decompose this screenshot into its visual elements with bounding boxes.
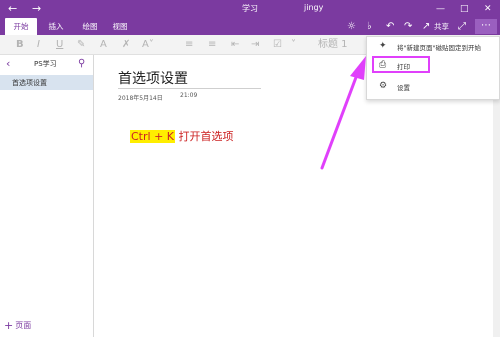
menu-item-pin[interactable]: ✦ 将"新建页面"磁贴固定到开始 xyxy=(367,39,500,54)
gear-icon: ⚙ xyxy=(379,81,388,91)
lightbulb-icon[interactable]: ☼ xyxy=(347,19,356,34)
pin-icon: ✦ xyxy=(379,41,387,51)
note-body-text[interactable]: Ctrl + K 打开首选项 xyxy=(130,128,234,144)
add-page-button[interactable]: + 页面 xyxy=(4,319,31,332)
page-time: 21:09 xyxy=(180,92,198,99)
more-options-menu: ✦ 将"新建页面"磁贴固定到开始 ⎙ 打印 ⚙ 设置 xyxy=(366,36,500,100)
maximize-icon[interactable]: □ xyxy=(460,2,469,16)
chevron-down-icon[interactable]: ˅ xyxy=(291,37,296,53)
title-bar: ← → 学习 jingy — □ ✕ xyxy=(0,0,500,18)
menu-item-label: 将"新建页面"磁贴固定到开始 xyxy=(397,44,481,52)
share-label[interactable]: 共享 xyxy=(434,18,449,35)
text-style-icon[interactable]: A˅ xyxy=(142,37,154,53)
page-sidebar: ‹ PS学习 ⚲ 首选项设置 + 页面 xyxy=(0,55,94,337)
chevron-left-icon[interactable]: ‹ xyxy=(6,57,10,71)
share-icon[interactable]: ↗ xyxy=(422,19,430,34)
clear-format-icon[interactable]: ✗ xyxy=(122,37,130,53)
page-title[interactable]: 首选项设置 xyxy=(118,68,188,88)
more-icon[interactable]: ⋯ xyxy=(475,19,497,34)
page-item-label: 首选项设置 xyxy=(12,79,47,87)
undo-icon[interactable]: ↶ xyxy=(386,19,394,34)
notebook-section-title[interactable]: PS学习 xyxy=(34,59,57,69)
redo-icon[interactable]: ↷ xyxy=(404,19,412,34)
print-highlight-box xyxy=(372,56,430,73)
numbered-list-icon[interactable]: ≡ xyxy=(208,37,216,53)
user-name[interactable]: jingy xyxy=(304,3,323,12)
add-page-label: 页面 xyxy=(15,321,32,330)
expand-icon[interactable]: ⤢ xyxy=(458,19,466,34)
minimize-icon[interactable]: — xyxy=(436,2,445,16)
page-list-item[interactable]: 首选项设置 xyxy=(0,75,93,90)
tab-home[interactable]: 开始 xyxy=(5,18,37,35)
close-icon[interactable]: ✕ xyxy=(484,2,492,16)
sidebar-header: ‹ PS学习 ⚲ xyxy=(0,55,94,73)
ribbon: 开始 插入 绘图 视图 ☼ ♭ ↶ ↷ ↗ 共享 ⤢ ⋯ xyxy=(0,18,500,35)
bold-button[interactable]: B xyxy=(16,37,24,53)
page-date: 2018年5月14日 xyxy=(118,95,163,102)
heading-style-select[interactable]: 标题 1 xyxy=(318,37,348,53)
tab-draw[interactable]: 绘图 xyxy=(76,18,104,35)
indent-icon[interactable]: ⇥ xyxy=(251,37,259,53)
bell-icon[interactable]: ♭ xyxy=(367,19,372,34)
italic-button[interactable]: I xyxy=(37,37,40,53)
underline-button[interactable]: U xyxy=(56,37,63,53)
outdent-icon[interactable]: ⇤ xyxy=(231,37,239,53)
title-underline xyxy=(118,88,261,89)
tab-view[interactable]: 视图 xyxy=(106,18,134,35)
checkbox-icon[interactable]: ☑ xyxy=(273,37,282,53)
search-icon[interactable]: ⚲ xyxy=(78,57,85,71)
menu-item-label: 设置 xyxy=(397,84,410,92)
plus-icon: + xyxy=(4,319,14,332)
font-color-icon[interactable]: A xyxy=(100,37,107,53)
menu-item-settings[interactable]: ⚙ 设置 xyxy=(367,79,500,94)
window-title: 学习 xyxy=(242,4,258,13)
shortcut-highlight: Ctrl + K xyxy=(130,130,175,143)
tab-insert[interactable]: 插入 xyxy=(42,18,70,35)
highlighter-icon[interactable]: ✎ xyxy=(77,37,85,53)
note-body-label: 打开首选项 xyxy=(178,130,234,143)
bullet-list-icon[interactable]: ≡ xyxy=(185,37,193,53)
